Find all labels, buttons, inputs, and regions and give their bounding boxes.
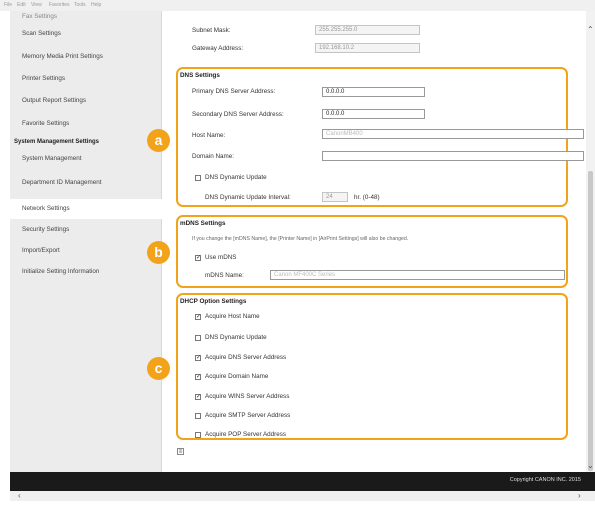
dns-update-interval-label: DNS Dynamic Update Interval: bbox=[205, 194, 291, 201]
use-mdns-checkbox[interactable]: ✓ bbox=[195, 255, 201, 261]
primary-dns-label: Primary DNS Server Address: bbox=[192, 88, 276, 95]
dns-update-interval-unit: hr. (0-48) bbox=[354, 194, 380, 201]
dhcp-option-settings-title: DHCP Option Settings bbox=[180, 298, 247, 305]
menu-view[interactable]: View bbox=[31, 2, 42, 8]
sidebar-item-initialize-setting-information[interactable]: Initialize Setting Information bbox=[10, 262, 162, 282]
acquire-domain-name-checkbox[interactable]: ✓ bbox=[195, 374, 201, 380]
secondary-dns-field[interactable]: 0.0.0.0 bbox=[322, 109, 425, 119]
mdns-name-field[interactable]: Canon MF400C Series bbox=[270, 270, 565, 280]
host-name-field[interactable]: CanonMB400 bbox=[322, 129, 584, 139]
scroll-up-arrow-icon[interactable]: ⌃ bbox=[587, 25, 594, 34]
horizontal-scrollbar[interactable]: ‹ › bbox=[10, 491, 595, 501]
dns-update-interval-field[interactable]: 24 bbox=[322, 192, 348, 202]
sidebar-item-network-settings[interactable]: Network Settings bbox=[10, 199, 162, 219]
dns-dynamic-update-checkbox[interactable] bbox=[195, 175, 201, 181]
acquire-pop-server-address-checkbox[interactable] bbox=[195, 432, 201, 438]
vertical-scrollbar-thumb[interactable] bbox=[588, 171, 593, 471]
sidebar: Fax Settings Scan Settings Memory Media … bbox=[10, 11, 162, 472]
acquire-smtp-server-address-label: Acquire SMTP Server Address bbox=[205, 412, 291, 419]
primary-dns-field[interactable]: 0.0.0.0 bbox=[322, 87, 425, 97]
callout-badge-a: a bbox=[147, 129, 170, 152]
sidebar-item-fax-settings[interactable]: Fax Settings bbox=[10, 11, 162, 23]
dns-dynamic-update-label: DNS Dynamic Update bbox=[205, 174, 267, 181]
menu-edit[interactable]: Edit bbox=[17, 2, 26, 8]
sidebar-item-security-settings[interactable]: Security Settings bbox=[10, 220, 162, 240]
scroll-down-arrow-icon[interactable]: ⌄ bbox=[587, 461, 594, 470]
acquire-host-name-label: Acquire Host Name bbox=[205, 313, 260, 320]
sidebar-item-memory-media-print-settings[interactable]: Memory Media Print Settings bbox=[10, 47, 162, 67]
menu-help[interactable]: Help bbox=[91, 2, 101, 8]
mdns-settings-title: mDNS Settings bbox=[180, 220, 226, 227]
acquire-dns-server-address-label: Acquire DNS Server Address bbox=[205, 354, 287, 361]
dhcp-dns-dynamic-update-checkbox[interactable] bbox=[195, 335, 201, 341]
domain-name-label: Domain Name: bbox=[192, 153, 234, 160]
scroll-left-arrow-icon[interactable]: ‹ bbox=[18, 491, 21, 501]
sidebar-item-printer-settings[interactable]: Printer Settings bbox=[10, 69, 162, 89]
sidebar-item-import-export[interactable]: Import/Export bbox=[10, 241, 162, 261]
callout-badge-b: b bbox=[147, 241, 170, 264]
use-mdns-label: Use mDNS bbox=[205, 254, 237, 261]
dhcp-dns-dynamic-update-label: DNS Dynamic Update bbox=[205, 334, 267, 341]
copyright-text: Copyright CANON INC. 2015 bbox=[509, 477, 581, 483]
callout-badge-c: c bbox=[147, 357, 170, 380]
sidebar-item-favorite-settings[interactable]: Favorite Settings bbox=[10, 114, 162, 134]
sidebar-section-header: System Management Settings bbox=[14, 139, 100, 145]
acquire-smtp-server-address-checkbox[interactable] bbox=[195, 413, 201, 419]
footer: Copyright CANON INC. 2015 bbox=[10, 472, 595, 491]
sidebar-item-department-id-management[interactable]: Department ID Management bbox=[10, 173, 162, 193]
secondary-dns-label: Secondary DNS Server Address: bbox=[192, 111, 284, 118]
subnet-mask-field[interactable]: 255.255.255.0 bbox=[315, 25, 420, 35]
sidebar-item-output-report-settings[interactable]: Output Report Settings bbox=[10, 91, 162, 111]
acquire-pop-server-address-label: Acquire POP Server Address bbox=[205, 431, 287, 438]
acquire-host-name-checkbox[interactable]: ✓ bbox=[195, 314, 201, 320]
sidebar-item-system-management[interactable]: System Management bbox=[10, 149, 162, 169]
mdns-name-label: mDNS Name: bbox=[205, 272, 244, 279]
gateway-address-label: Gateway Address: bbox=[192, 45, 244, 52]
menu-tools[interactable]: Tools bbox=[74, 2, 86, 8]
vertical-scrollbar[interactable]: ⌃ ⌄ bbox=[586, 11, 595, 472]
acquire-domain-name-label: Acquire Domain Name bbox=[205, 373, 269, 380]
mdns-note: If you change the [mDNS Name], the [Prin… bbox=[192, 236, 409, 242]
acquire-dns-server-address-checkbox[interactable]: ✓ bbox=[195, 355, 201, 361]
sidebar-item-scan-settings[interactable]: Scan Settings bbox=[10, 24, 162, 44]
acquire-wins-server-address-checkbox[interactable]: ✓ bbox=[195, 394, 201, 400]
menu-favorites[interactable]: Favorites bbox=[49, 2, 70, 8]
scroll-right-arrow-icon[interactable]: › bbox=[578, 491, 581, 501]
menu-bar: File Edit View Favorites Tools Help bbox=[0, 0, 595, 11]
acquire-wins-server-address-label: Acquire WINS Server Address bbox=[205, 393, 290, 400]
dns-settings-title: DNS Settings bbox=[180, 72, 220, 79]
host-name-label: Host Name: bbox=[192, 132, 226, 139]
subnet-mask-label: Subnet Mask: bbox=[192, 27, 231, 34]
menu-file[interactable]: File bbox=[4, 2, 12, 8]
domain-name-field[interactable] bbox=[322, 151, 584, 161]
gateway-address-field[interactable]: 192.168.10.2 bbox=[315, 43, 420, 53]
page-top-icon[interactable]: ≡ bbox=[177, 448, 184, 455]
